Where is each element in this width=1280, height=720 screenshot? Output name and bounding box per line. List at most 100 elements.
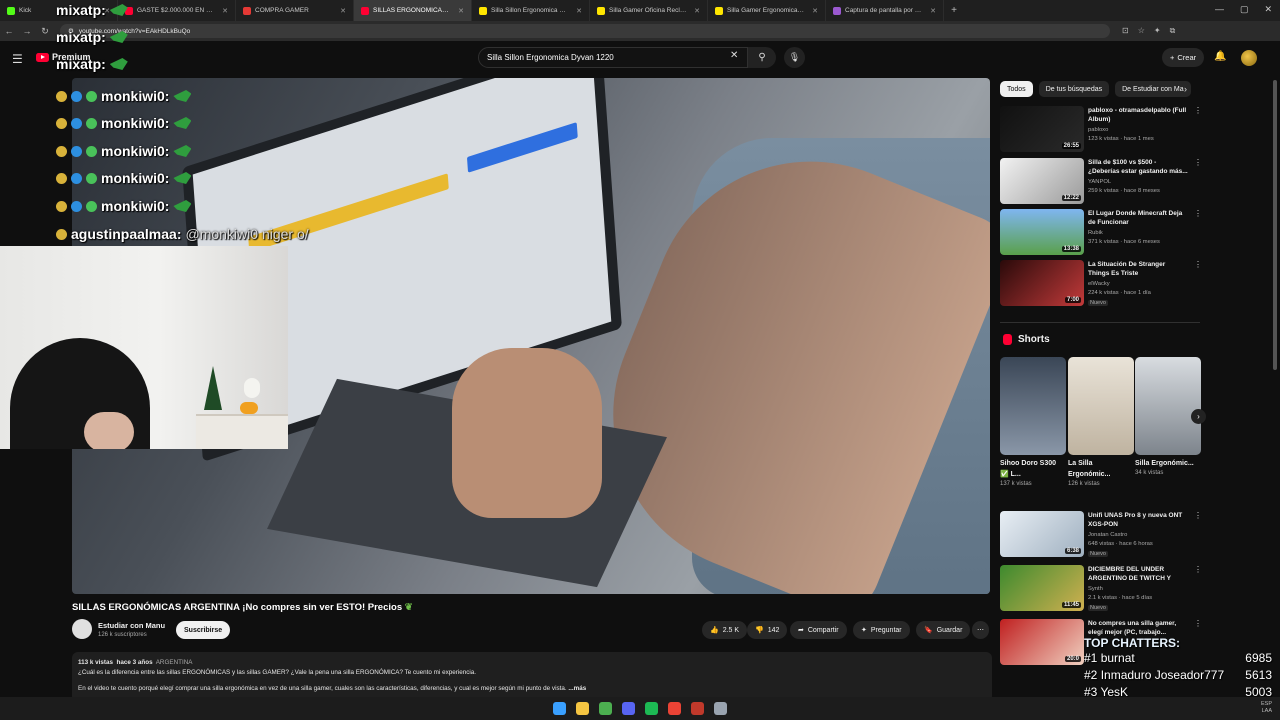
recommended-video[interactable]: 13:38 El Lugar Donde Minecraft Deja de Fu… bbox=[1000, 209, 1205, 255]
browser-tab[interactable]: Silla Gamer Ergonomica Ideon ✕ bbox=[708, 0, 826, 21]
hashtag[interactable]: ARGENTINA bbox=[156, 659, 193, 666]
channel-name[interactable]: Estudiar con Manu bbox=[98, 621, 165, 630]
extension-icon[interactable]: ✦ bbox=[1154, 26, 1161, 36]
short-thumbnail[interactable] bbox=[1068, 357, 1134, 455]
notifications-bell-icon[interactable]: 🔔 bbox=[1214, 51, 1226, 62]
puzzle-icon[interactable]: ⧉ bbox=[1170, 26, 1176, 36]
recommended-channel[interactable]: elWacky bbox=[1088, 281, 1110, 287]
browser-tab[interactable]: Silla Sillon Ergonomica Dyvan ✕ bbox=[472, 0, 590, 21]
browser-tab[interactable]: Captura de pantalla por Lightshot ✕ bbox=[826, 0, 944, 21]
video-thumbnail[interactable]: 26:55 bbox=[1000, 106, 1084, 152]
chevron-right-icon[interactable]: › bbox=[1184, 84, 1187, 94]
chrome-icon[interactable] bbox=[599, 702, 612, 715]
like-button[interactable]: 👍 2.5 K bbox=[702, 621, 748, 639]
chrome-alt-icon[interactable] bbox=[668, 702, 681, 715]
voice-search-button[interactable]: 🎙 bbox=[784, 47, 805, 68]
short-thumbnail[interactable] bbox=[1000, 357, 1066, 455]
recommended-title[interactable]: pabloxo - otramasdelpablo (Full Album) bbox=[1088, 106, 1188, 124]
filter-chip[interactable]: De Estudiar con Ma bbox=[1115, 81, 1191, 97]
more-options-icon[interactable]: ⋮ bbox=[1194, 511, 1202, 520]
browser-tab[interactable]: SILLAS ERGONÓMICAS AR ✕ bbox=[354, 0, 472, 21]
bookmark-star-icon[interactable]: ☆ bbox=[1138, 26, 1145, 36]
video-thumbnail[interactable]: 11:45 bbox=[1000, 565, 1084, 611]
maximize-icon[interactable]: ▢ bbox=[1240, 4, 1249, 15]
reload-icon[interactable]: ↻ bbox=[36, 26, 54, 37]
more-options-icon[interactable]: ⋮ bbox=[1194, 260, 1202, 269]
save-button[interactable]: 🔖 Guardar bbox=[916, 621, 971, 639]
recommended-video[interactable]: 11:45 DICIEMBRE DEL UNDER ARGENTINO DE TW… bbox=[1000, 565, 1205, 611]
url-field[interactable]: ⚙ youtube.com/watch?v=EAkHDLkBuQo bbox=[60, 24, 1110, 38]
recommended-video[interactable]: 26:55 pabloxo - otramasdelpablo (Full Alb… bbox=[1000, 106, 1205, 152]
video-thumbnail[interactable]: 13:38 bbox=[1000, 209, 1084, 255]
recommended-title[interactable]: Silla de $100 vs $500 - ¿Deberías estar … bbox=[1088, 158, 1188, 176]
recommended-video[interactable]: 7:00 La Situación De Stranger Things Es T… bbox=[1000, 260, 1205, 306]
recommended-title[interactable]: La Situación De Stranger Things Es Trist… bbox=[1088, 260, 1188, 278]
more-options-icon[interactable]: ⋮ bbox=[1194, 158, 1202, 167]
new-tab-icon[interactable]: + bbox=[944, 5, 964, 16]
close-tab-icon[interactable]: ✕ bbox=[812, 7, 818, 15]
more-options-icon[interactable]: ⋮ bbox=[1194, 209, 1202, 218]
short-thumbnail[interactable] bbox=[1135, 357, 1201, 455]
recommended-title[interactable]: DICIEMBRE DEL UNDER ARGENTINO DE TWITCH … bbox=[1088, 565, 1188, 584]
subscribe-button[interactable]: Suscribirse bbox=[176, 621, 231, 639]
close-tab-icon[interactable]: ✕ bbox=[576, 7, 582, 15]
close-tab-icon[interactable]: ✕ bbox=[458, 7, 464, 15]
account-avatar[interactable] bbox=[1241, 50, 1257, 66]
close-tab-icon[interactable]: ✕ bbox=[340, 7, 346, 15]
filter-chip[interactable]: Todos bbox=[1000, 81, 1033, 97]
obs-icon[interactable] bbox=[691, 702, 704, 715]
recommended-channel[interactable]: Jonatan Castro bbox=[1088, 532, 1127, 538]
video-thumbnail[interactable]: 20:0 bbox=[1000, 619, 1084, 665]
browser-tab[interactable]: COMPRA GAMER ✕ bbox=[236, 0, 354, 21]
more-actions-button[interactable]: ⋯ bbox=[972, 621, 989, 639]
shorts-next-button[interactable]: › bbox=[1191, 409, 1206, 424]
recommended-title[interactable]: El Lugar Donde Minecraft Deja de Funcion… bbox=[1088, 209, 1188, 227]
ask-button[interactable]: ✦ Preguntar bbox=[853, 621, 910, 639]
menu-icon[interactable]: ☰ bbox=[12, 52, 23, 66]
recommended-channel[interactable]: Synth bbox=[1088, 586, 1103, 592]
back-icon[interactable]: ← bbox=[0, 26, 18, 36]
file-explorer-icon[interactable] bbox=[576, 702, 589, 715]
page-scrollbar[interactable] bbox=[1273, 80, 1277, 370]
close-window-icon[interactable]: ✕ bbox=[1264, 4, 1272, 15]
close-tab-icon[interactable]: ✕ bbox=[930, 7, 936, 15]
windows-icon[interactable] bbox=[553, 702, 566, 715]
close-tab-icon[interactable]: ✕ bbox=[694, 7, 700, 15]
steam-icon[interactable] bbox=[714, 702, 727, 715]
system-tray-language[interactable]: ESP LAA bbox=[1261, 701, 1272, 715]
browser-tab[interactable]: GASTE $2.000.000 EN EL COTO ✕ bbox=[118, 0, 236, 21]
spotify-icon[interactable] bbox=[645, 702, 658, 715]
recommended-channel[interactable]: Rubik bbox=[1088, 230, 1103, 236]
channel-avatar[interactable] bbox=[72, 619, 92, 639]
short-title[interactable]: Silla Ergonómic... bbox=[1135, 458, 1201, 469]
search-input[interactable]: Silla Sillon Ergonomica Dyvan 1220 bbox=[478, 47, 748, 68]
recommended-title[interactable]: Unifi UNAS Pro 8 y nueva ONT XGS-PON bbox=[1088, 511, 1188, 529]
share-button[interactable]: ➦ Compartir bbox=[790, 621, 847, 639]
recommended-video[interactable]: 6:38 Unifi UNAS Pro 8 y nueva ONT XGS-PON… bbox=[1000, 511, 1205, 557]
short-item[interactable]: La Silla Ergonómic... 126 k vistas bbox=[1068, 357, 1134, 487]
create-button[interactable]: + Crear bbox=[1162, 48, 1205, 67]
discord-icon[interactable] bbox=[622, 702, 635, 715]
show-more-link[interactable]: ...más bbox=[568, 685, 586, 692]
recommended-channel[interactable]: pabloxo bbox=[1088, 127, 1108, 133]
video-thumbnail[interactable]: 7:00 bbox=[1000, 260, 1084, 306]
filter-chip[interactable]: De tus búsquedas bbox=[1038, 81, 1110, 97]
recommended-channel[interactable]: YANPOL bbox=[1088, 179, 1111, 185]
minimize-icon[interactable]: — bbox=[1215, 4, 1224, 15]
short-title[interactable]: Sihoo Doro S300 ✅ L... bbox=[1000, 458, 1066, 480]
video-thumbnail[interactable]: 12:22 bbox=[1000, 158, 1084, 204]
short-title[interactable]: La Silla Ergonómic... bbox=[1068, 458, 1134, 480]
browser-tab[interactable]: Silla Gamer Oficina Reclinable ✕ bbox=[590, 0, 708, 21]
video-description[interactable]: 113 k vistas hace 3 años ARGENTINA ¿Cuál… bbox=[72, 652, 992, 702]
video-thumbnail[interactable]: 6:38 bbox=[1000, 511, 1084, 557]
recommended-title[interactable]: No compres una silla gamer, elegí mejor … bbox=[1088, 619, 1188, 637]
more-options-icon[interactable]: ⋮ bbox=[1194, 106, 1202, 115]
install-icon[interactable]: ⊡ bbox=[1122, 26, 1129, 36]
more-options-icon[interactable]: ⋮ bbox=[1194, 565, 1202, 574]
short-item[interactable]: Sihoo Doro S300 ✅ L... 137 k vistas bbox=[1000, 357, 1066, 487]
search-button[interactable]: ⚲ bbox=[748, 47, 776, 68]
clear-search-icon[interactable]: ✕ bbox=[730, 50, 738, 61]
more-options-icon[interactable]: ⋮ bbox=[1194, 619, 1202, 628]
recommended-video[interactable]: 12:22 Silla de $100 vs $500 - ¿Deberías e… bbox=[1000, 158, 1205, 204]
dislike-button[interactable]: 👎 142 bbox=[747, 621, 788, 639]
